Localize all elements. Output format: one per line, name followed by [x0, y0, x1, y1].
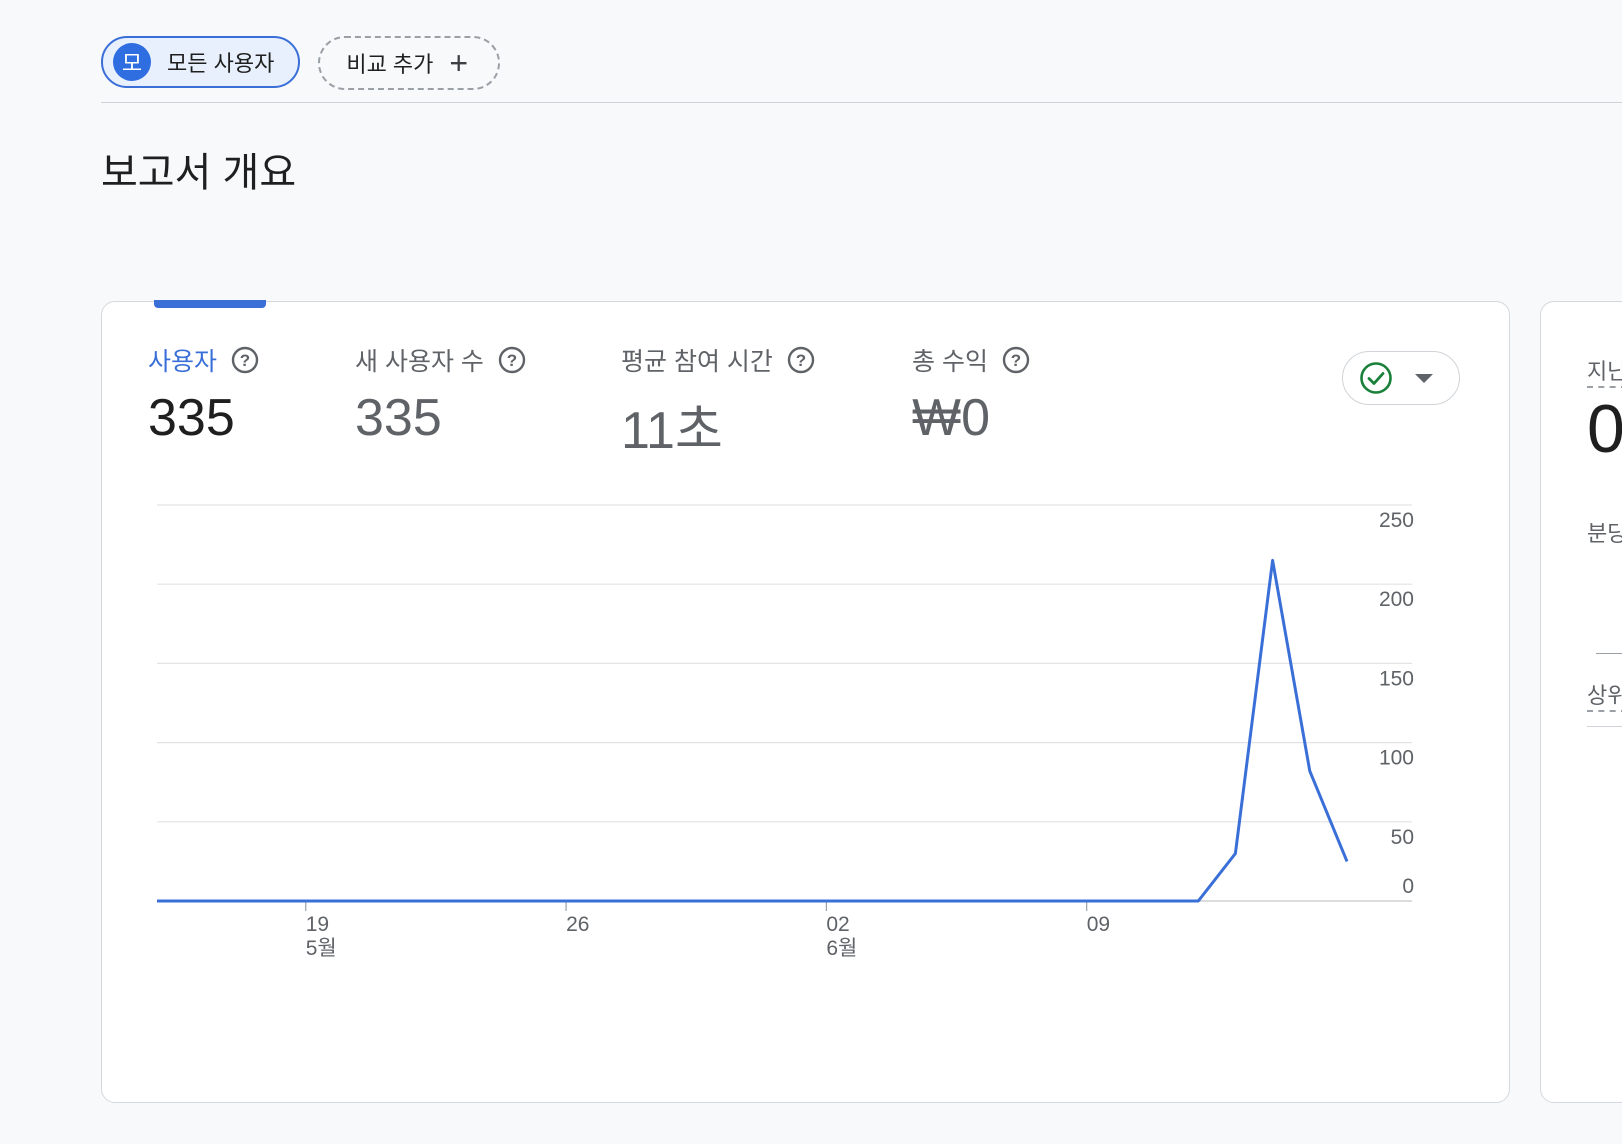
- x-tick-month-label: 5월: [306, 937, 337, 960]
- x-tick-label: 02: [826, 913, 849, 936]
- realtime-side-card: 지난 0 분당 상위: [1540, 301, 1622, 1103]
- y-tick-label: 200: [1379, 588, 1414, 611]
- plus-icon: +: [449, 45, 469, 81]
- side-card-divider: [1587, 726, 1622, 727]
- y-tick-label: 150: [1379, 667, 1414, 690]
- side-card-subtitle: 분당: [1587, 521, 1622, 546]
- x-tick-label: 09: [1087, 913, 1110, 936]
- add-comparison-label: 비교 추가: [346, 52, 434, 77]
- y-tick-label: 50: [1391, 826, 1414, 849]
- header-divider: [101, 102, 1622, 103]
- side-card-section-title[interactable]: 상위: [1587, 678, 1622, 712]
- chip-avatar: 모: [113, 43, 151, 81]
- x-tick-label: 26: [566, 913, 589, 936]
- add-comparison-button[interactable]: 비교 추가 +: [318, 36, 501, 90]
- y-tick-label: 0: [1402, 875, 1414, 898]
- side-card-title[interactable]: 지난: [1587, 354, 1622, 388]
- y-tick-label: 250: [1379, 509, 1414, 532]
- series-line: [157, 558, 1349, 903]
- page-title: 보고서 개요: [101, 151, 297, 195]
- side-card-value: 0: [1587, 391, 1622, 467]
- all-users-chip[interactable]: 모 모든 사용자: [101, 36, 301, 88]
- x-tick-label: 19: [306, 913, 329, 936]
- users-line-chart: 250 200 150 100 50 0 195월 26 026월 09: [157, 504, 1414, 960]
- x-tick-month-label: 6월: [826, 937, 857, 960]
- all-users-chip-label: 모든 사용자: [167, 51, 275, 76]
- side-card-axis-line: [1596, 653, 1622, 654]
- comparison-chip-row: 모 모든 사용자 비교 추가 +: [101, 36, 501, 90]
- y-tick-label: 100: [1379, 747, 1414, 770]
- overview-card: 사용자 ? 335 새 사용자 수 ? 335 평균 참여 시간 ? 11초 총…: [101, 300, 1510, 1103]
